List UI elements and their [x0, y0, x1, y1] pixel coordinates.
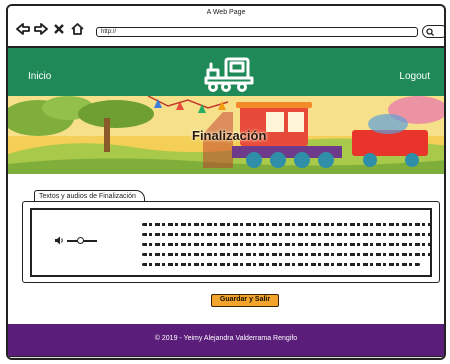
- text-line: [142, 253, 432, 256]
- content-panel: [22, 201, 440, 283]
- copyright-text: © 2019 - Yeimy Alejandra Valderrama Reng…: [154, 335, 298, 342]
- text-line: [142, 263, 421, 266]
- page-title: Finalización: [192, 128, 267, 143]
- hero-banner: Finalización: [8, 96, 444, 174]
- content-box: [30, 208, 432, 277]
- close-icon[interactable]: [52, 22, 66, 36]
- save-and-exit-button[interactable]: Guardar y Salir: [211, 294, 279, 307]
- audio-track[interactable]: [67, 236, 97, 244]
- window-title: A Web Page: [206, 9, 246, 16]
- home-link[interactable]: Inicio: [28, 71, 51, 82]
- footer: © 2019 - Yeimy Alejandra Valderrama Reng…: [8, 324, 444, 356]
- speaker-icon[interactable]: [54, 236, 64, 245]
- browser-window: A Web Page http:// Inicio Logout Finaliz…: [6, 4, 446, 360]
- browser-nav: [16, 22, 84, 36]
- back-icon[interactable]: [16, 22, 30, 36]
- url-bar[interactable]: http://: [96, 27, 418, 37]
- logout-link[interactable]: Logout: [399, 71, 430, 82]
- text-line: [142, 243, 432, 246]
- forward-icon[interactable]: [34, 22, 48, 36]
- audio-player[interactable]: [54, 236, 97, 245]
- train-icon[interactable]: [204, 56, 256, 97]
- app-header: Inicio Logout: [8, 48, 444, 96]
- home-icon[interactable]: [70, 22, 84, 36]
- text-line: [142, 223, 432, 226]
- text-placeholder: [142, 218, 432, 273]
- text-line: [142, 233, 432, 236]
- browser-status-bar: [8, 356, 444, 358]
- browser-chrome: A Web Page http://: [8, 6, 444, 48]
- audio-slider-handle[interactable]: [77, 236, 84, 244]
- search-icon: [426, 28, 434, 36]
- browser-search[interactable]: [422, 25, 444, 38]
